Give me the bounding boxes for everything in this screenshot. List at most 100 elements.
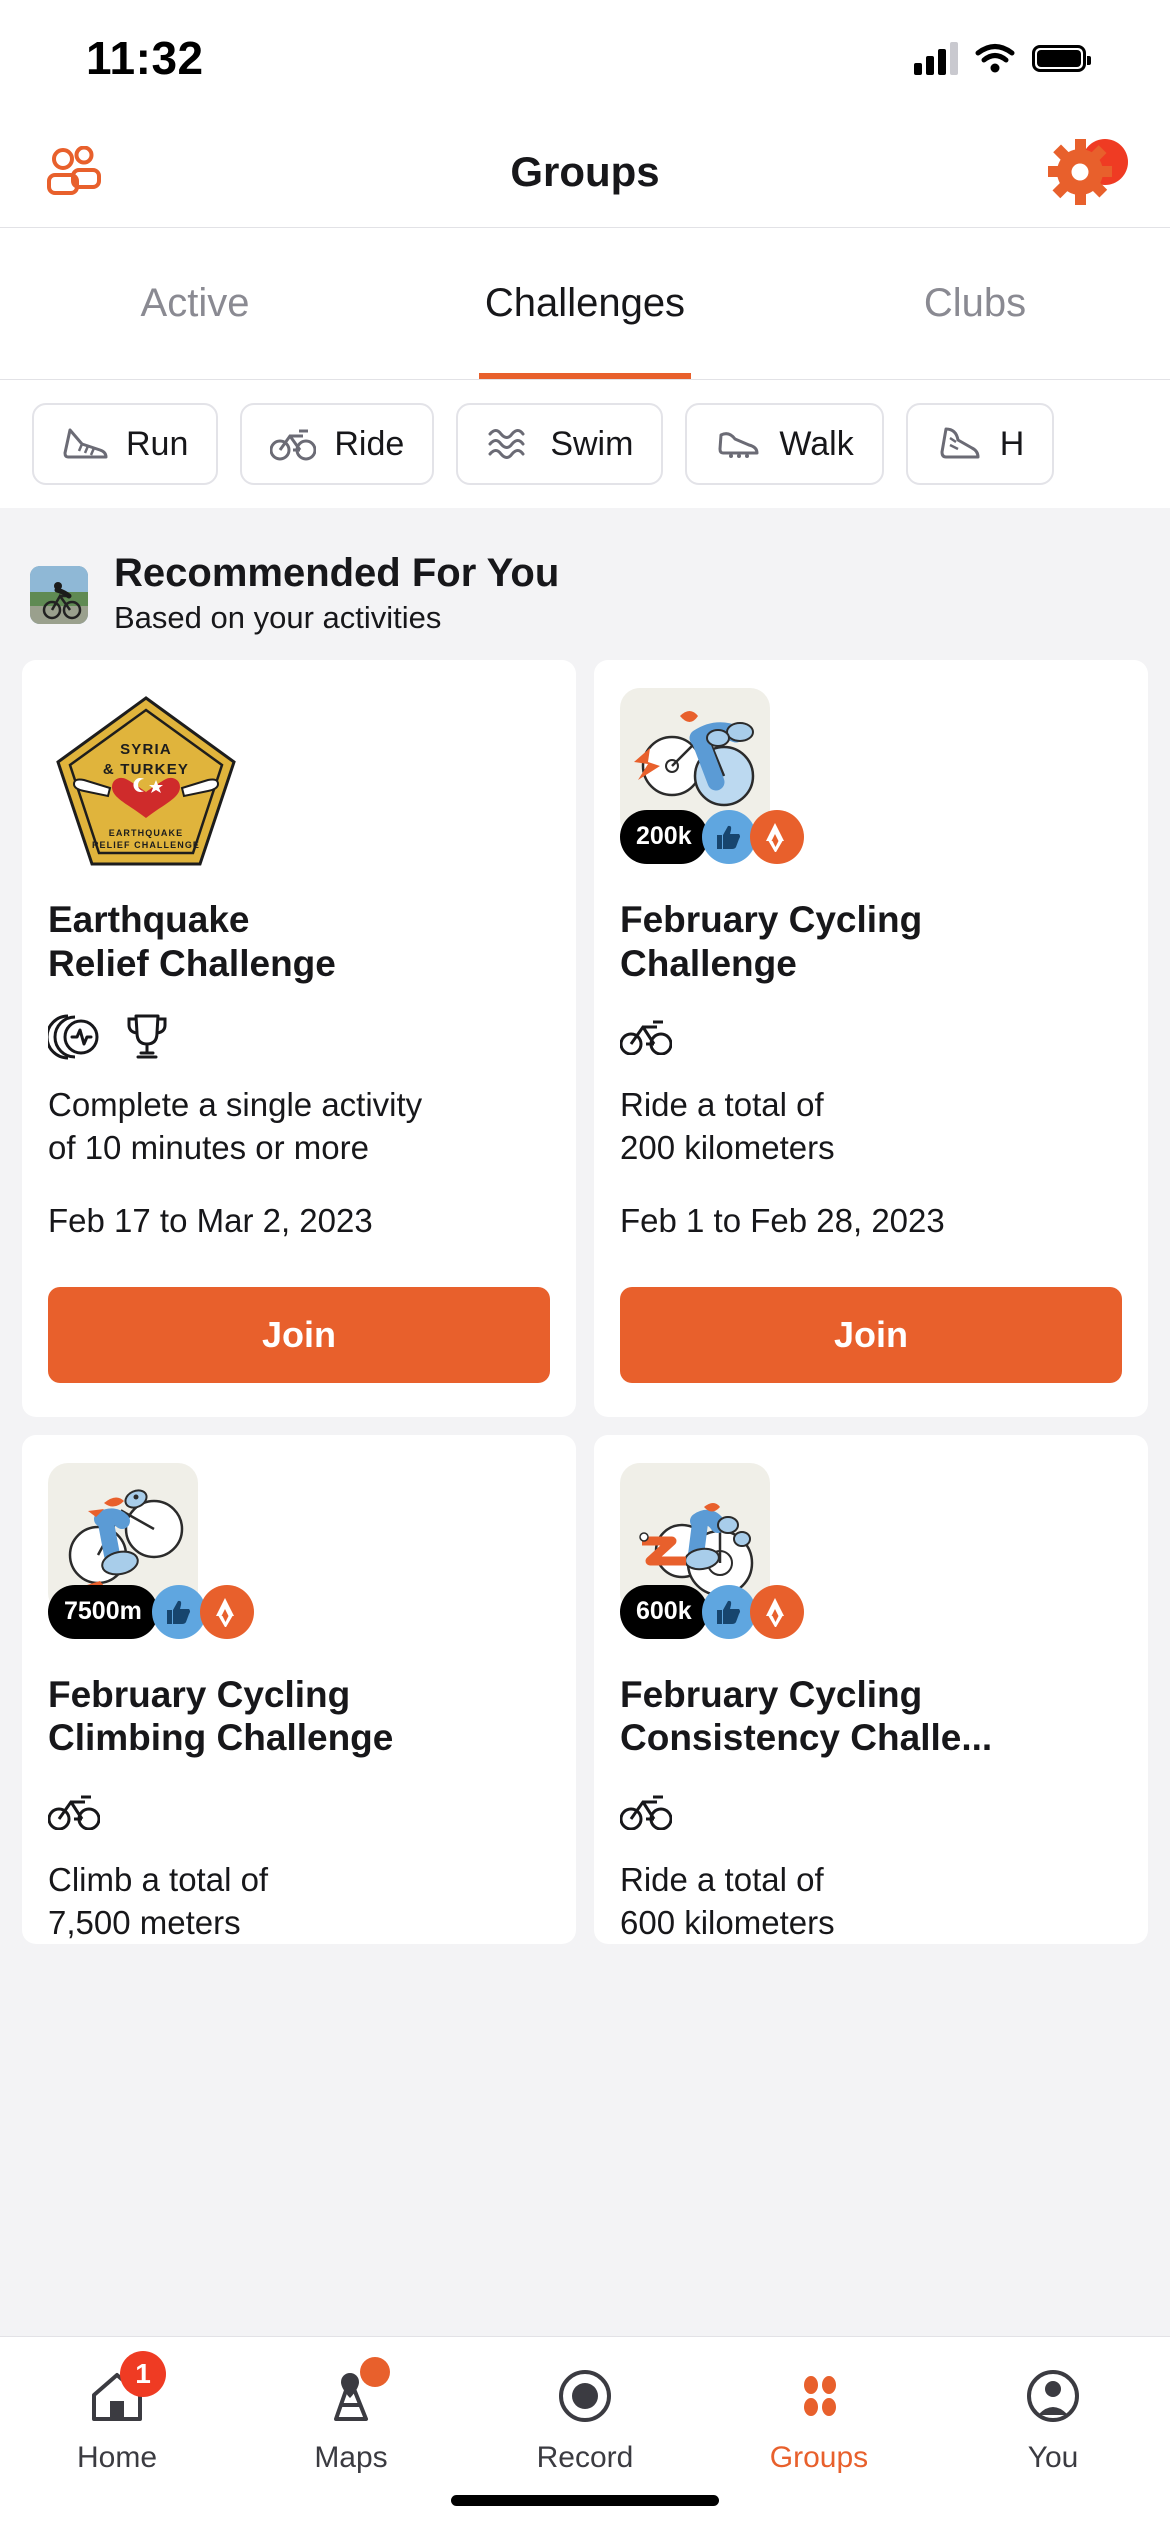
chip-swim[interactable]: Swim [456, 403, 664, 485]
status-indicators [914, 41, 1091, 75]
home-badge: 1 [120, 2351, 166, 2397]
trophy-icon [127, 1014, 167, 1059]
card-media: SYRIA & TURKEY EARTHQUAKE RELIEF CHALLEN… [48, 688, 550, 888]
card-dates: Feb 1 to Feb 28, 2023 [620, 1201, 945, 1239]
challenge-card[interactable]: 200k February Cycling Challenge Ride a t… [594, 659, 1148, 1417]
sport-filter-row[interactable]: Run Ride Swim Walk H [0, 380, 1170, 508]
card-sport-icons [620, 1004, 1122, 1070]
segment-tabs: Active Challenges Clubs [0, 228, 1170, 380]
maps-notification-dot [360, 2357, 390, 2387]
profile-avatar-icon [1022, 2363, 1084, 2429]
nav-item-record[interactable]: Record [468, 2363, 702, 2475]
wifi-icon [975, 44, 1015, 73]
card-title: Earthquake Relief Challenge [48, 898, 336, 984]
gear-icon [1048, 137, 1124, 207]
join-button[interactable]: Join [620, 1286, 1122, 1383]
bicycle-icon [48, 1795, 100, 1830]
hiking-boot-icon [940, 427, 980, 459]
card-description: Ride a total of 600 kilometers [620, 1860, 835, 1941]
thumbs-up-icon [701, 809, 756, 864]
nav-item-maps[interactable]: Maps [234, 2357, 468, 2475]
goal-pill: 600k [620, 1584, 708, 1639]
chip-label: H [999, 424, 1025, 463]
card-title: February Cycling Climbing Challenge [48, 1673, 394, 1759]
status-bar: 11:32 [0, 0, 1170, 116]
svg-text:EARTHQUAKE: EARTHQUAKE [109, 828, 184, 838]
chip-label: Run [126, 424, 189, 463]
map-route-icon [320, 2357, 390, 2429]
earthquake-relief-badge-icon: SYRIA & TURKEY EARTHQUAKE RELIEF CHALLEN… [48, 688, 244, 874]
recommended-header: Recommended For You Based on your activi… [0, 526, 1170, 660]
thumbnail-badges: 600k [620, 1584, 804, 1639]
svg-text:RELIEF CHALLENGE: RELIEF CHALLENGE [92, 840, 200, 850]
chip-ride[interactable]: Ride [240, 403, 435, 485]
home-indicator [451, 2495, 719, 2506]
thumbs-up-icon [701, 1584, 756, 1639]
challenge-card[interactable]: 7500m February Cycling Climbing Challeng… [22, 1434, 576, 1945]
nav-item-you[interactable]: You [936, 2363, 1170, 2475]
page-title: Groups [510, 147, 660, 195]
tab-challenges[interactable]: Challenges [390, 228, 780, 379]
card-media: 200k [620, 687, 1122, 888]
nav-label: Home [76, 2441, 158, 2474]
card-media: 7500m [48, 1462, 550, 1663]
chip-hike[interactable]: H [905, 403, 1055, 485]
chip-label: Ride [334, 424, 405, 463]
card-dates: Feb 17 to Mar 2, 2023 [48, 1201, 373, 1239]
challenges-scroll-area[interactable]: Recommended For You Based on your activi… [0, 508, 1170, 2336]
battery-icon [1032, 44, 1091, 72]
challenge-thumbnail: 7500m [48, 1462, 254, 1639]
nav-label: Record [536, 2441, 634, 2474]
cyclist-photo-avatar [30, 565, 88, 624]
nav-item-groups[interactable]: Groups [702, 2363, 936, 2475]
nav-label: You [1027, 2441, 1079, 2474]
goal-pill: 7500m [48, 1584, 158, 1639]
thumbs-up-icon [151, 1584, 206, 1639]
walking-shoe-icon [718, 432, 759, 458]
chip-walk[interactable]: Walk [685, 403, 884, 485]
tab-clubs[interactable]: Clubs [780, 228, 1170, 379]
svg-text:SYRIA: SYRIA [120, 741, 172, 758]
strava-logo-icon [749, 1584, 804, 1639]
card-title: February Cycling Consistency Challe... [620, 1673, 993, 1759]
card-description: Ride a total of 200 kilometers [620, 1085, 835, 1166]
home-icon: 1 [86, 2351, 166, 2429]
card-media: 600k [620, 1462, 1122, 1663]
goal-pill: 200k [620, 809, 708, 864]
nav-label: Groups [769, 2441, 869, 2474]
tab-active[interactable]: Active [0, 228, 390, 379]
nav-item-home[interactable]: 1 Home [0, 2351, 234, 2475]
card-sport-icons [48, 1779, 550, 1845]
recommended-subtitle: Based on your activities [114, 600, 442, 636]
status-time: 11:32 [86, 32, 204, 84]
strava-logo-icon [199, 1584, 254, 1639]
challenge-card[interactable]: 600k February Cycling Consistency Challe… [594, 1434, 1148, 1945]
strava-logo-icon [749, 809, 804, 864]
challenge-card[interactable]: SYRIA & TURKEY EARTHQUAKE RELIEF CHALLEN… [22, 659, 576, 1417]
group-members-icon[interactable] [36, 137, 112, 207]
card-title: February Cycling Challenge [620, 898, 923, 984]
thumbnail-badges: 200k [620, 809, 804, 864]
settings-gear-button[interactable] [1048, 137, 1128, 207]
app-screen: 11:32 Groups Active Challenges Clubs Run… [0, 0, 1170, 2532]
groups-dots-icon [788, 2363, 850, 2429]
challenge-thumbnail: 600k [620, 1462, 804, 1639]
all-sports-icon [48, 1014, 99, 1060]
bicycle-icon [620, 1020, 672, 1055]
chip-run[interactable]: Run [32, 403, 219, 485]
nav-label: Maps [314, 2441, 388, 2474]
chip-label: Walk [779, 424, 854, 463]
bicycle-icon [270, 429, 317, 461]
join-button[interactable]: Join [48, 1286, 550, 1383]
record-circle-icon [554, 2363, 616, 2429]
card-sport-icons [620, 1779, 1122, 1845]
cellular-signal-icon [914, 41, 958, 75]
challenge-thumbnail: 200k [620, 687, 804, 864]
recommended-title: Recommended For You [114, 551, 560, 595]
app-header: Groups [0, 116, 1170, 228]
bicycle-icon [620, 1795, 672, 1830]
chip-label: Swim [550, 424, 634, 463]
card-description: Climb a total of 7,500 meters [48, 1860, 269, 1941]
water-waves-icon [488, 429, 525, 459]
challenge-grid: SYRIA & TURKEY EARTHQUAKE RELIEF CHALLEN… [0, 659, 1170, 1945]
